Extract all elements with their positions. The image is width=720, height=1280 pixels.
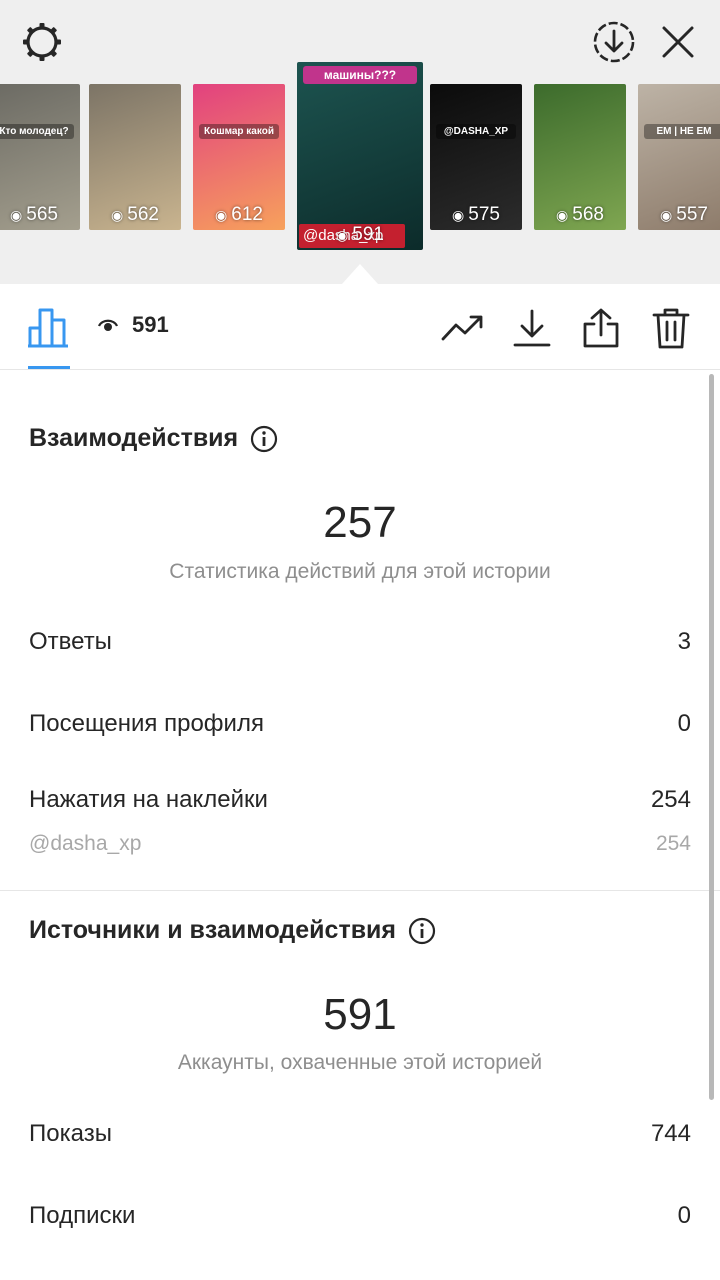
story-thumbnails: Кто молодец? ◉ 565 ◉ 562 Кошмар какой ◉ 612 маши… [0, 62, 720, 262]
section-divider [0, 890, 720, 891]
thumbnail-views: ◉ 565 [0, 204, 80, 226]
stat-value: 744 [650, 1120, 691, 1147]
views-count: 575 [468, 204, 500, 225]
share-button[interactable] [579, 306, 623, 350]
thumbnail-views: ◉ 575 [430, 204, 522, 226]
insights-tab[interactable] [26, 304, 70, 348]
story-toolbar: 591 [0, 284, 720, 370]
interactions-caption: Статистика действий для этой истории [169, 560, 551, 583]
promote-button[interactable] [441, 306, 485, 350]
thumbnail-views: ◉ 568 [534, 204, 626, 226]
stat-row-impressions: Показы 744 [29, 1120, 691, 1148]
download-button[interactable] [510, 306, 554, 350]
eye-icon: ◉ [336, 226, 349, 243]
eye-icon: ◉ [111, 206, 124, 223]
thumbnail-views: ◉ 562 [89, 204, 181, 226]
share-icon [583, 308, 619, 348]
stat-label: Ответы [29, 628, 112, 655]
bar-chart-icon [28, 308, 68, 348]
eye-icon: ◉ [556, 206, 569, 223]
stat-value: 254 [655, 832, 691, 855]
stat-label: Подписки [29, 1202, 136, 1229]
thumbnail-text: Кошмар какой [199, 124, 279, 139]
download-circle-icon [593, 21, 635, 63]
eye-icon: ◉ [452, 206, 465, 223]
trending-icon [441, 315, 483, 341]
active-tab-indicator [28, 366, 70, 369]
stat-value: 254 [650, 786, 691, 813]
views-count: 591 [352, 224, 384, 245]
discovery-caption: Аккаунты, охваченные этой историей [177, 1051, 543, 1074]
close-button[interactable] [654, 18, 702, 66]
stat-label: Показы [29, 1120, 112, 1147]
eye-icon: ◉ [660, 206, 673, 223]
story-tray: Кто молодец? ◉ 565 ◉ 562 Кошмар какой ◉ 612 маши… [0, 0, 720, 284]
close-icon [662, 26, 694, 58]
eye-icon [98, 319, 118, 331]
settings-button[interactable] [18, 18, 66, 66]
stat-row-follows: Подписки 0 [29, 1202, 691, 1230]
discovery-total: 591 [323, 990, 397, 1039]
views-count: 557 [676, 204, 708, 225]
views-count: 591 [132, 312, 169, 337]
views-count: 612 [231, 204, 263, 225]
stat-row-sticker-taps: Нажатия на наклейки 254 [29, 786, 691, 814]
scrollbar[interactable] [709, 374, 714, 1100]
story-thumbnail[interactable]: @DASHA_XP ◉ 575 [430, 84, 522, 230]
interactions-total: 257 [323, 498, 397, 547]
stat-row-replies: Ответы 3 [29, 628, 691, 656]
info-icon[interactable] [250, 425, 278, 453]
thumbnail-text: Кто молодец? [0, 124, 74, 139]
gear-icon [23, 23, 61, 61]
active-story-pointer [342, 264, 378, 284]
info-icon[interactable] [408, 917, 436, 945]
story-thumbnail[interactable]: Кошмар какой ◉ 612 [193, 84, 285, 230]
trash-icon [652, 308, 690, 349]
thumbnail-views: ◉ 612 [193, 204, 285, 226]
story-thumbnail[interactable]: ◉ 562 [89, 84, 181, 230]
thumbnail-text: @DASHA_XP [436, 124, 516, 139]
discovery-title: Источники и взаимодействия [29, 916, 436, 945]
stat-label: Посещения профиля [29, 710, 264, 737]
interactions-title: Взаимодействия [29, 424, 278, 453]
stat-row-profile-visits: Посещения профиля 0 [29, 710, 691, 738]
thumbnail-text: ЕМ | НЕ ЕМ [644, 124, 720, 139]
views-count: 568 [572, 204, 604, 225]
thumbnail-text: машины??? [303, 66, 417, 84]
thumbnail-views: ◉ 591 [297, 224, 423, 246]
stat-value: 3 [677, 628, 691, 655]
story-thumbnail[interactable]: Кто молодец? ◉ 565 [0, 84, 80, 230]
views-count: 565 [26, 204, 58, 225]
eye-icon: ◉ [10, 206, 23, 223]
story-thumbnail[interactable]: ЕМ | НЕ ЕМ ◉ 557 [638, 84, 720, 230]
stat-value: 0 [677, 710, 691, 737]
thumbnail-views: ◉ 557 [638, 204, 720, 226]
save-story-button[interactable] [590, 18, 638, 66]
download-icon [513, 309, 551, 347]
stat-value: 0 [677, 1202, 691, 1229]
views-summary: 591 [98, 312, 169, 338]
delete-button[interactable] [649, 306, 693, 350]
views-count: 562 [127, 204, 159, 225]
stat-label: @dasha_xp [29, 832, 142, 855]
stat-label: Нажатия на наклейки [29, 786, 268, 813]
story-thumbnail[interactable]: ◉ 568 [534, 84, 626, 230]
story-thumbnail[interactable]: машины??? @dasha_xp ◉ 591 [297, 62, 423, 250]
stat-row-sticker-mention[interactable]: @dasha_xp 254 [29, 832, 691, 856]
eye-icon: ◉ [215, 206, 228, 223]
